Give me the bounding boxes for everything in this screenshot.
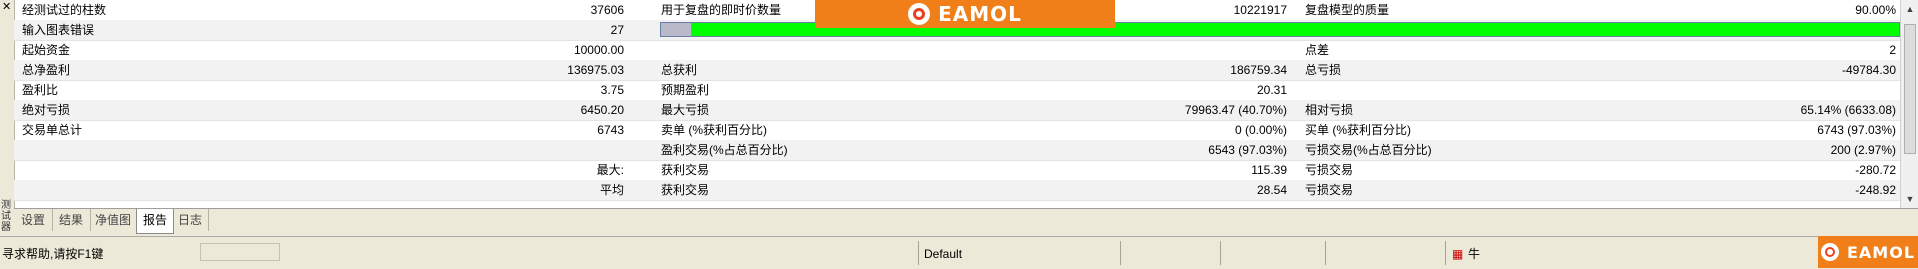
label-initial-deposit: 起始资金 <box>22 43 71 57</box>
label-expected-payoff: 预期盈利 <box>661 83 710 97</box>
brand-watermark-bottom: EAMOL <box>1818 236 1918 268</box>
label-modelling-quality: 复盘模型的质量 <box>1305 3 1390 17</box>
scroll-up-icon[interactable]: ▲ <box>1903 2 1917 16</box>
tester-tabs: 设置 结果 净值图 报告 日志 <box>14 208 1918 237</box>
value-bars-tested: 37606 <box>590 3 624 17</box>
status-panel <box>200 243 280 261</box>
value-total-trades: 6743 <box>597 123 624 137</box>
status-bar: 寻求帮助,请按F1键 Default ▦ 牛 <box>0 236 1918 269</box>
value-profit-trades: 6543 (97.03%) <box>1208 143 1287 157</box>
label-short-positions: 卖单 (%获利百分比) <box>661 123 767 137</box>
value-absolute-drawdown: 6450.20 <box>580 103 624 117</box>
label-spread: 点差 <box>1305 43 1330 57</box>
status-divider <box>1120 241 1121 265</box>
status-divider <box>1325 241 1326 265</box>
value-average-profit-trade: 28.54 <box>1256 183 1287 197</box>
scroll-down-icon[interactable]: ▼ <box>1903 192 1917 206</box>
label-loss-trades: 亏损交易(%占总百分比) <box>1305 143 1432 157</box>
table-row: 绝对亏损 6450.20 最大亏损 79963.47 (40.70%) 相对亏损… <box>14 100 1900 121</box>
status-right-glyph: 牛 <box>1468 247 1481 261</box>
label-gross-profit: 总获利 <box>661 63 698 77</box>
tab-equity-graph[interactable]: 净值图 <box>90 209 137 231</box>
close-icon[interactable]: ✕ <box>2 2 11 13</box>
tab-results[interactable]: 结果 <box>52 209 91 231</box>
connection-icon: ▦ <box>1452 247 1464 261</box>
table-row: 交易单总计 6743 卖单 (%获利百分比) 0 (0.00%) 买单 (%获利… <box>14 120 1900 141</box>
label-profit-factor: 盈利比 <box>22 83 59 97</box>
label-long-positions: 买单 (%获利百分比) <box>1305 123 1411 137</box>
label-average-profit-trade: 获利交易 <box>661 183 710 197</box>
value-average-loss-trade: -248.92 <box>1855 183 1896 197</box>
label-gross-loss: 总亏损 <box>1305 63 1342 77</box>
report-table: 经测试过的柱数 37606 用于复盘的即时价数量 10221917 复盘模型的质… <box>14 0 1900 208</box>
label-absolute-drawdown: 绝对亏损 <box>22 103 71 117</box>
value-spread: 2 <box>1889 43 1896 57</box>
brand-logo-text: EAMOL <box>1846 242 1916 262</box>
brand-watermark-top: EAMOL <box>815 0 1115 28</box>
label-total-net-profit: 总净盈利 <box>22 63 71 77</box>
value-gross-profit: 186759.34 <box>1230 63 1287 77</box>
value-largest-loss-trade: -280.72 <box>1855 163 1896 177</box>
label-average-loss-trade: 亏损交易 <box>1305 183 1354 197</box>
label-largest-loss-trade: 亏损交易 <box>1305 163 1354 177</box>
brand-logo-text: EAMOL <box>938 2 1022 26</box>
table-row: 盈利比 3.75 预期盈利 20.31 <box>14 80 1900 101</box>
status-divider <box>1445 241 1446 265</box>
value-largest-profit-trade: 115.39 <box>1251 163 1287 177</box>
value-loss-trades: 200 (2.97%) <box>1830 143 1896 157</box>
table-row: 总净盈利 136975.03 总获利 186759.34 总亏损 -49784.… <box>14 60 1900 81</box>
status-help-text: 寻求帮助,请按F1键 <box>2 247 104 261</box>
status-divider <box>1220 241 1221 265</box>
table-row: 起始资金 10000.00 点差 2 <box>14 40 1900 61</box>
label-profit-trades: 盈利交易(%占总百分比) <box>661 143 788 157</box>
tab-report[interactable]: 报告 <box>136 209 174 234</box>
value-total-net-profit: 136975.03 <box>567 63 624 77</box>
label-average: 平均 <box>599 183 624 197</box>
value-long-positions: 6743 (97.03%) <box>1817 123 1896 137</box>
brand-logo: EAMOL <box>908 2 1022 26</box>
modelling-quality-bar-start <box>661 23 691 36</box>
value-gross-loss: -49784.30 <box>1841 63 1896 77</box>
table-row: 平均 获利交易 28.54 亏损交易 -248.92 <box>14 180 1900 201</box>
value-initial-deposit: 10000.00 <box>573 43 624 57</box>
label-bars-tested: 经测试过的柱数 <box>22 3 107 17</box>
tab-journal[interactable]: 日志 <box>172 209 209 231</box>
value-profit-factor: 3.75 <box>600 83 624 97</box>
label-total-trades: 交易单总计 <box>22 123 83 137</box>
label-relative-drawdown: 相对亏损 <box>1305 103 1354 117</box>
label-largest: 最大: <box>596 163 624 177</box>
table-row: 最大: 获利交易 115.39 亏损交易 -280.72 <box>14 160 1900 181</box>
brand-logo: EAMOL <box>1820 242 1916 262</box>
value-short-positions: 0 (0.00%) <box>1234 123 1287 137</box>
brand-logo-icon <box>1820 243 1839 261</box>
value-expected-payoff: 20.31 <box>1256 83 1287 97</box>
side-panel-title: 测试器 <box>1 200 11 233</box>
label-maximal-drawdown: 最大亏损 <box>661 103 710 117</box>
scroll-thumb[interactable] <box>1904 24 1916 154</box>
value-relative-drawdown: 65.14% (6633.08) <box>1800 103 1896 117</box>
value-maximal-drawdown: 79963.47 (40.70%) <box>1184 103 1287 117</box>
tab-settings[interactable]: 设置 <box>14 209 53 231</box>
status-divider <box>918 241 919 265</box>
left-side-strip: ✕ 测试器 <box>0 0 15 236</box>
brand-logo-icon <box>908 3 931 25</box>
vertical-scrollbar[interactable]: ▲ ▼ <box>1900 0 1918 208</box>
table-row: 盈利交易(%占总百分比) 6543 (97.03%) 亏损交易(%占总百分比) … <box>14 140 1900 161</box>
status-profile: Default <box>924 247 963 261</box>
label-mismatched-chart-errors: 输入图表错误 <box>22 23 95 37</box>
value-mismatched-chart-errors: 27 <box>610 23 624 37</box>
label-largest-profit-trade: 获利交易 <box>661 163 710 177</box>
value-modelling-quality: 90.00% <box>1855 3 1896 17</box>
